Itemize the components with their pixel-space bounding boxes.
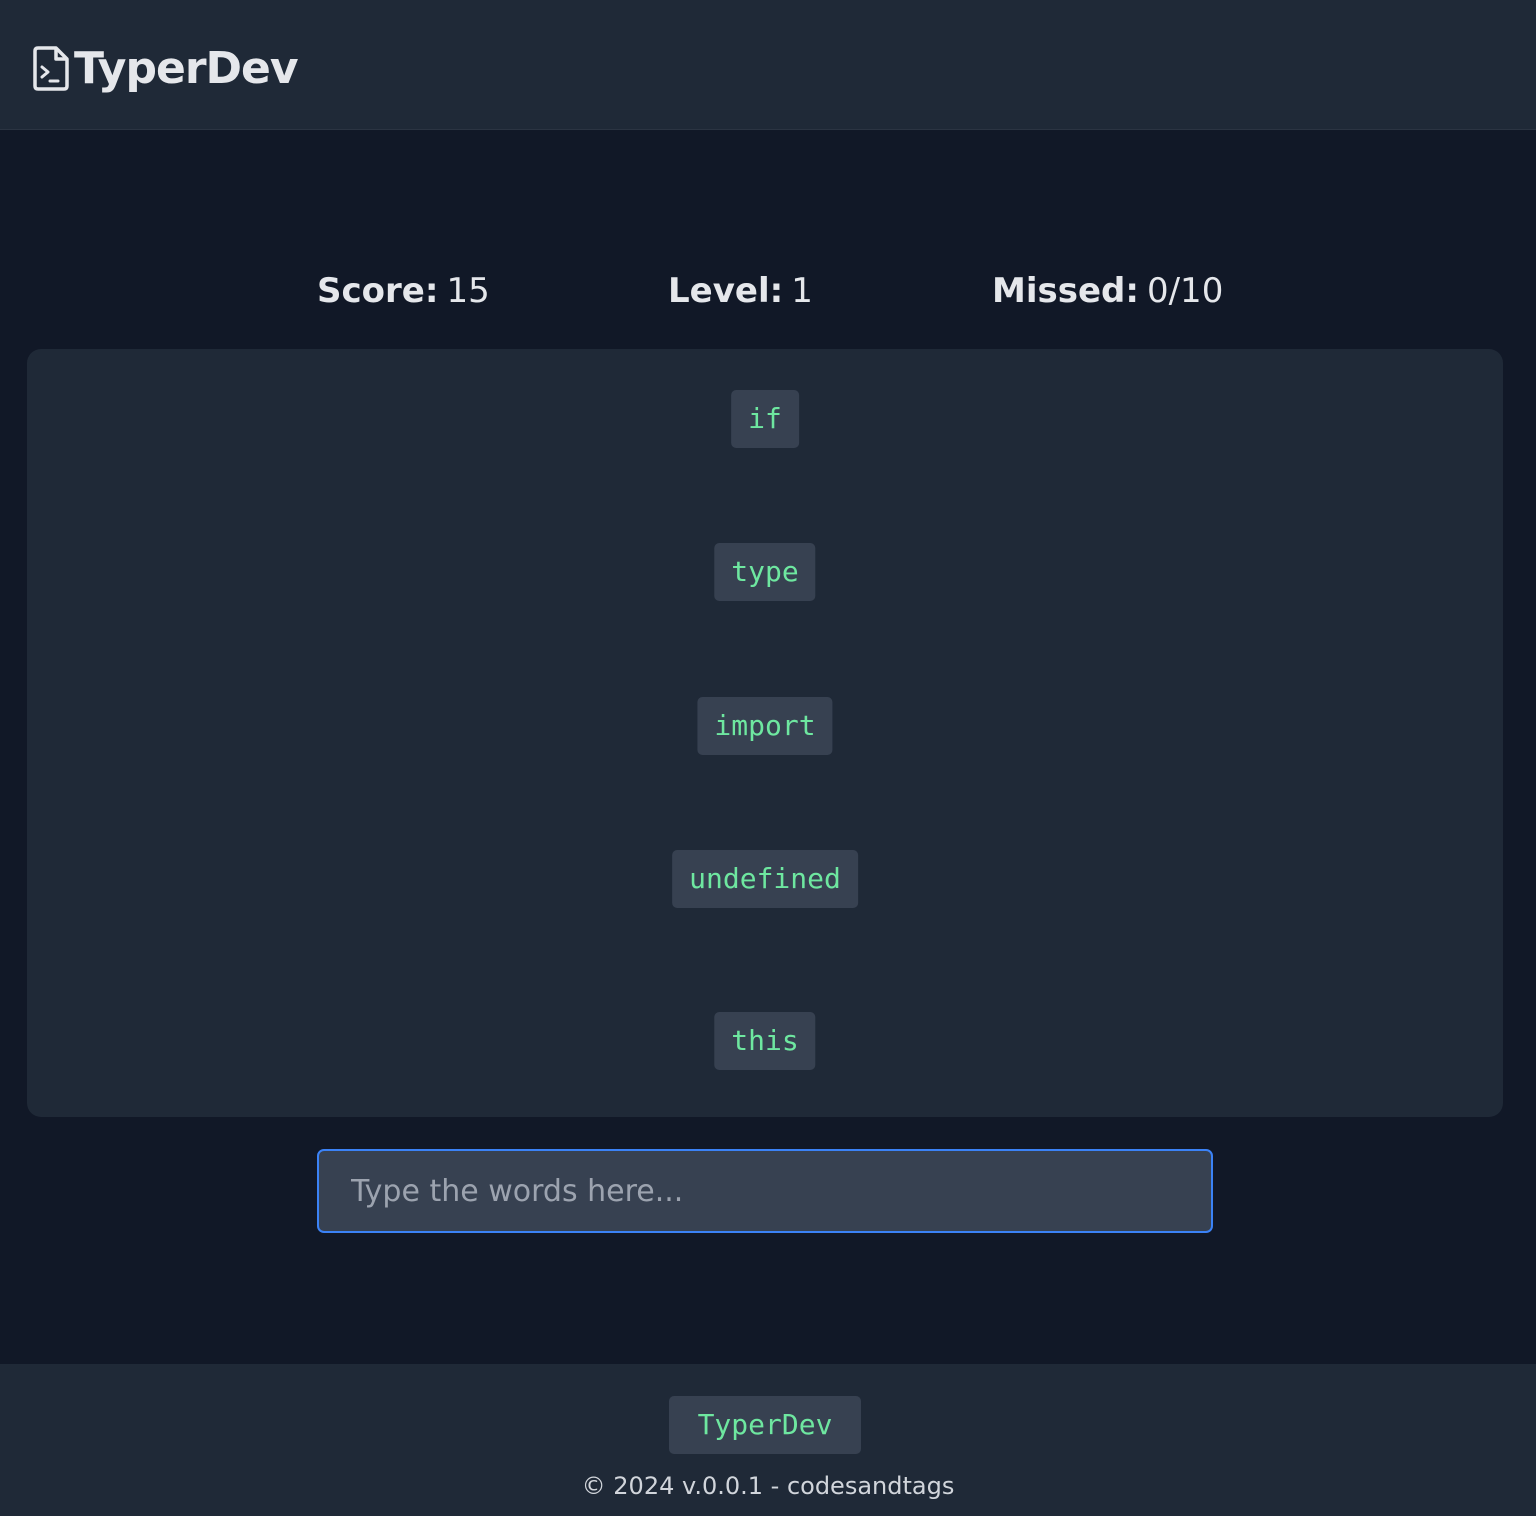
- score-stat: Score: 15: [317, 266, 490, 316]
- word-board: if type import undefined this: [27, 349, 1503, 1117]
- missed-stat: Missed: 0/10: [992, 266, 1223, 316]
- falling-word: import: [697, 697, 833, 755]
- falling-word: if: [731, 390, 799, 448]
- footer-brand-badge: TyperDev: [669, 1396, 861, 1454]
- app-title: TyperDev: [74, 42, 299, 94]
- missed-label: Missed:: [992, 271, 1139, 311]
- falling-word: type: [714, 543, 816, 601]
- score-label: Score:: [317, 271, 439, 311]
- falling-word: this: [714, 1012, 816, 1070]
- missed-value: 0/10: [1146, 271, 1224, 311]
- terminal-file-icon: [32, 45, 70, 91]
- score-value: 15: [446, 271, 490, 311]
- stats-bar: Score: 15 Level: 1 Missed: 0/10: [0, 266, 1536, 316]
- level-stat: Level: 1: [668, 266, 813, 316]
- brand[interactable]: TyperDev: [32, 38, 299, 98]
- level-label: Level:: [668, 271, 784, 311]
- typing-input[interactable]: [317, 1149, 1213, 1233]
- typing-input-wrapper: [317, 1149, 1213, 1233]
- footer-copyright: © 2024 v.0.0.1 - codesandtags: [581, 1472, 955, 1500]
- app-header: TyperDev: [0, 0, 1536, 130]
- app-footer: TyperDev © 2024 v.0.0.1 - codesandtags: [0, 1364, 1536, 1516]
- level-value: 1: [791, 271, 813, 311]
- falling-word: undefined: [672, 850, 858, 908]
